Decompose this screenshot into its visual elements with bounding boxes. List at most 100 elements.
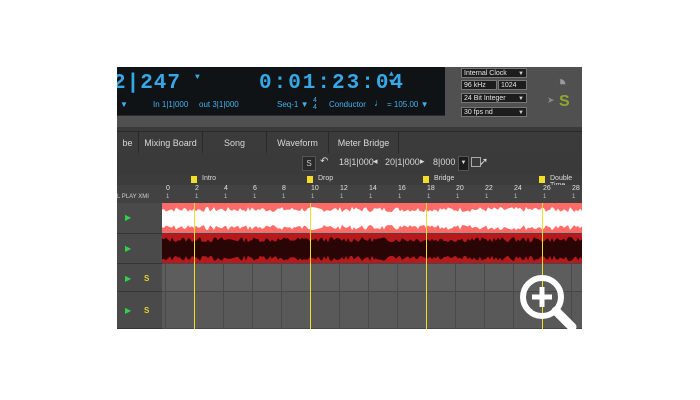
track-headers: ▶ ▶ ▶ S ▶ S bbox=[117, 203, 163, 329]
ruler-bar-number: 14 bbox=[369, 185, 377, 192]
sample-rate-select[interactable]: 96 kHz bbox=[461, 80, 497, 90]
marker-label[interactable]: Drop bbox=[318, 175, 333, 182]
arrow-left-icon[interactable]: ◂ bbox=[373, 156, 378, 167]
clock-value: Internal Clock bbox=[464, 70, 507, 77]
logo: ◔ ➤ S bbox=[547, 67, 582, 115]
grid-line bbox=[368, 264, 369, 329]
marker-label[interactable]: Bridge bbox=[434, 175, 454, 182]
marker-label[interactable]: Intro bbox=[202, 175, 216, 182]
zoom-in-icon[interactable] bbox=[516, 273, 580, 335]
ruler-bar-number: 4 bbox=[224, 185, 228, 192]
tempo-field[interactable]: = 105.00 ▼ bbox=[387, 100, 429, 109]
quarter-note-icon: ♩ bbox=[374, 98, 384, 109]
grid-line bbox=[484, 264, 485, 329]
track-header: ▶ S bbox=[117, 264, 162, 292]
audio-lane-1[interactable] bbox=[162, 203, 582, 234]
ruler-beat-number: 1 bbox=[195, 194, 199, 200]
waveform bbox=[162, 206, 582, 231]
track-column-header: L PLAY XMI bbox=[117, 194, 149, 200]
marker-flag[interactable] bbox=[307, 176, 313, 183]
undo-icon[interactable]: ↶ bbox=[320, 156, 328, 167]
ruler-beat-number: 1 bbox=[253, 194, 257, 200]
loop-length-field[interactable]: 8|000 bbox=[433, 157, 455, 167]
play-icon[interactable]: ▶ bbox=[125, 306, 131, 315]
grid-line bbox=[281, 264, 282, 329]
cursor-icon[interactable]: ➚ bbox=[479, 155, 488, 168]
chevron-down-icon[interactable]: ▼ bbox=[458, 156, 469, 171]
loop-start-field[interactable]: 18|1|000 bbox=[339, 157, 374, 167]
ruler-beat-number: 1 bbox=[166, 194, 170, 200]
arrow-right-icon: ➤ bbox=[547, 95, 555, 105]
grid-line bbox=[165, 264, 166, 329]
s-button[interactable]: S bbox=[302, 156, 316, 171]
play-icon[interactable]: ▶ bbox=[125, 274, 131, 283]
sequence-select[interactable]: Seq-1 ▼ bbox=[277, 100, 309, 109]
arrow-right-icon[interactable]: ▸ bbox=[420, 156, 425, 167]
bars-counter[interactable]: 2|247 bbox=[117, 72, 181, 95]
counter-display: 2|247 ▼ 0:01:23:04 ▲ ▼ ▼ In 1|1|000 out 3… bbox=[117, 67, 445, 116]
ruler-beat-number: 1 bbox=[543, 194, 547, 200]
grid-line bbox=[455, 264, 456, 329]
ruler-bar-number: 0 bbox=[166, 185, 170, 192]
track-header: ▶ S bbox=[117, 292, 162, 329]
ruler-beat-number: 1 bbox=[572, 194, 576, 200]
audio-lane-2[interactable] bbox=[162, 234, 582, 264]
tab-meter-bridge[interactable]: Meter Bridge bbox=[329, 132, 399, 154]
tab-mixing-board[interactable]: Mixing Board bbox=[139, 132, 203, 154]
clock-source-select[interactable]: Internal Clock ▼ bbox=[461, 68, 527, 78]
ruler-beat-number: 1 bbox=[456, 194, 460, 200]
loop-end-field[interactable]: 20|1|000 bbox=[385, 157, 420, 167]
grid-line bbox=[252, 264, 253, 329]
buffer-size-select[interactable]: 1024 bbox=[498, 80, 527, 90]
ruler-bar-number: 26 bbox=[543, 185, 551, 192]
marker-line bbox=[310, 203, 311, 329]
time-stepper-icon[interactable]: ▲ ▼ bbox=[389, 71, 394, 87]
chevron-down-icon[interactable]: ▼ bbox=[120, 100, 128, 109]
play-icon[interactable]: ▶ bbox=[125, 244, 131, 253]
chevron-down-icon: ▼ bbox=[518, 96, 524, 102]
marker-flag[interactable] bbox=[191, 176, 197, 183]
daw-window: 2|247 ▼ 0:01:23:04 ▲ ▼ ▼ In 1|1|000 out 3… bbox=[117, 67, 582, 329]
marker-flag[interactable] bbox=[423, 176, 429, 183]
bar-ruler[interactable]: L PLAY XMI 0 1 2 1 4 1 6 1 8 1 10 1 12 1 14 1 16 1 18 1 20 1 2… bbox=[117, 185, 582, 204]
ruler-bar-number: 8 bbox=[282, 185, 286, 192]
ruler-bar-number: 18 bbox=[427, 185, 435, 192]
solo-button[interactable]: S bbox=[144, 306, 149, 315]
bit-depth-select[interactable]: 24 Bit Integer ▼ bbox=[461, 93, 527, 103]
loop-out-point[interactable]: out 3|1|000 bbox=[199, 100, 239, 109]
ruler-beat-number: 1 bbox=[282, 194, 286, 200]
ruler-beat-number: 1 bbox=[485, 194, 489, 200]
ruler-bar-number: 6 bbox=[253, 185, 257, 192]
track-header: ▶ bbox=[117, 234, 162, 264]
ruler-bar-number: 22 bbox=[485, 185, 493, 192]
track-header: ▶ bbox=[117, 203, 162, 234]
ruler-bar-number: 16 bbox=[398, 185, 406, 192]
time-counter[interactable]: 0:01:23:04 bbox=[259, 72, 405, 95]
meter-top: 4 bbox=[313, 97, 317, 104]
solo-button[interactable]: S bbox=[144, 274, 149, 283]
tab-song[interactable]: Song bbox=[203, 132, 267, 154]
chevron-down-icon[interactable]: ▼ bbox=[195, 73, 200, 82]
frame-rate-select[interactable]: 30 fps nd ▼ bbox=[461, 107, 527, 117]
sample-rate-value: 96 kHz bbox=[464, 82, 486, 89]
loop-in-point[interactable]: In 1|1|000 bbox=[153, 100, 188, 109]
marker-line bbox=[426, 203, 427, 329]
chevron-down-icon: ▼ bbox=[518, 71, 524, 77]
frame-rate-value: 30 fps nd bbox=[464, 109, 493, 116]
ruler-beat-number: 1 bbox=[427, 194, 431, 200]
ruler-bar-number: 28 bbox=[572, 185, 580, 192]
grid-line bbox=[397, 264, 398, 329]
tab-partial[interactable]: be bbox=[117, 132, 139, 154]
marker-flag[interactable] bbox=[539, 176, 545, 183]
logo-letter: S bbox=[559, 93, 570, 110]
play-icon[interactable]: ▶ bbox=[125, 213, 131, 222]
ruler-beat-number: 1 bbox=[224, 194, 228, 200]
ruler-bar-number: 20 bbox=[456, 185, 464, 192]
tab-waveform[interactable]: Waveform bbox=[267, 132, 329, 154]
ruler-bar-number: 24 bbox=[514, 185, 522, 192]
tempo-value: = 105.00 bbox=[387, 100, 419, 109]
meter-display[interactable]: 44 bbox=[313, 97, 317, 111]
sequence-label: Seq-1 bbox=[277, 100, 299, 109]
conductor-button[interactable]: Conductor bbox=[329, 100, 366, 109]
grid-line bbox=[223, 264, 224, 329]
